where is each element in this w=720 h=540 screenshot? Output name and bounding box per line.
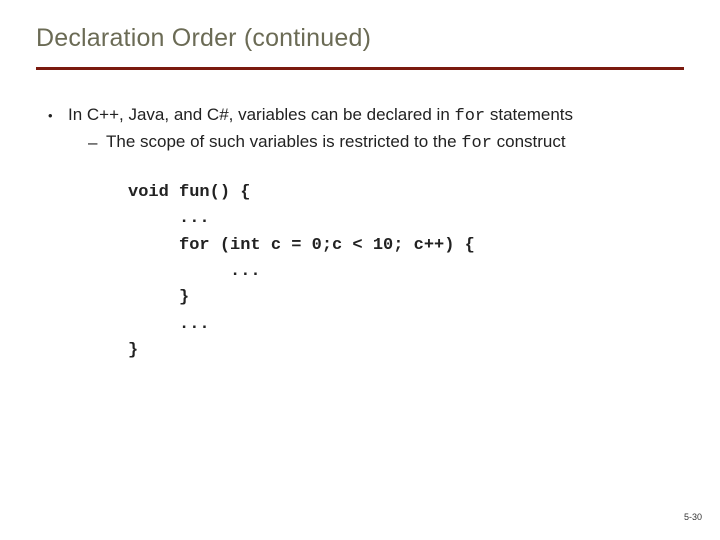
slide-title: Declaration Order (continued): [36, 24, 684, 53]
code-line-4: ...: [128, 262, 261, 281]
bullet-text: In C++, Java, and C#, variables can be d…: [68, 104, 684, 129]
sub-text-post: construct: [492, 132, 566, 151]
code-block: void fun() { ... for (int c = 0;c < 10; …: [128, 180, 684, 364]
code-line-7: }: [128, 341, 138, 360]
bullet-code: for: [455, 107, 486, 126]
code-line-5: }: [128, 288, 189, 307]
title-rule: [36, 67, 684, 70]
sub-bullet-item: – The scope of such variables is restric…: [88, 131, 684, 156]
slide-body: • In C++, Java, and C#, variables can be…: [36, 104, 684, 364]
code-line-6: ...: [128, 315, 210, 334]
bullet-text-pre: In C++, Java, and C#, variables can be d…: [68, 105, 455, 124]
sub-bullet-text: The scope of such variables is restricte…: [106, 131, 684, 156]
sub-bullet-marker: –: [88, 131, 106, 156]
bullet-item: • In C++, Java, and C#, variables can be…: [48, 104, 684, 129]
bullet-text-post: statements: [485, 105, 573, 124]
code-line-3: for (int c = 0;c < 10; c++) {: [128, 236, 475, 255]
slide: Declaration Order (continued) • In C++, …: [0, 0, 720, 540]
code-line-2: ...: [128, 209, 210, 228]
slide-number: 5-30: [684, 512, 702, 522]
bullet-marker: •: [48, 104, 68, 129]
sub-text-pre: The scope of such variables is restricte…: [106, 132, 461, 151]
code-line-1: void fun() {: [128, 183, 250, 202]
sub-code: for: [461, 134, 492, 153]
